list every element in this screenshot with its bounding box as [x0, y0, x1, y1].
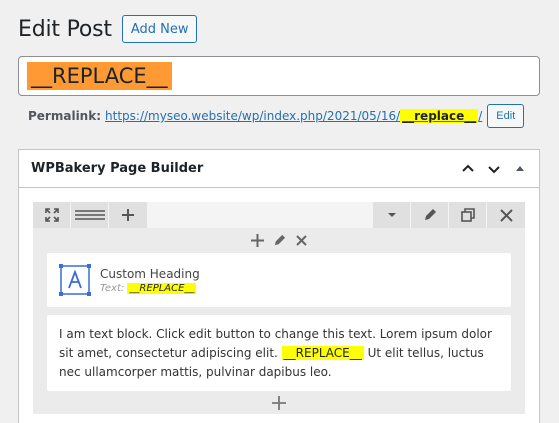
- permalink-url-suffix: /: [478, 109, 483, 123]
- fullscreen-icon[interactable]: [33, 202, 71, 228]
- custom-heading-element[interactable]: Custom Heading Text: __REPLACE__: [47, 253, 511, 307]
- builder-area: Custom Heading Text: __REPLACE__ I am te…: [33, 202, 525, 414]
- panel-controls: [455, 150, 533, 188]
- param-value: __REPLACE__: [127, 282, 197, 294]
- chevron-down-icon[interactable]: [481, 156, 507, 182]
- wpbakery-panel: WPBakery Page Builder Custom Heading Tex…: [18, 149, 540, 423]
- post-title-value: __REPLACE__: [27, 62, 172, 90]
- param-label: Text:: [100, 282, 125, 294]
- permalink-bar: Permalink: https://myseo.website/wp/inde…: [28, 104, 525, 128]
- element-name: Custom Heading: [100, 266, 200, 281]
- permalink-link[interactable]: https://myseo.website/wp/index.php/2021/…: [105, 109, 482, 123]
- permalink-url-prefix: https://myseo.website/wp/index.php/2021/…: [105, 109, 401, 123]
- edit-pencil-icon[interactable]: [411, 202, 449, 228]
- custom-heading-icon: [59, 264, 91, 296]
- add-column-icon[interactable]: [109, 202, 147, 228]
- add-element-bottom-icon[interactable]: [270, 394, 288, 412]
- panel-header: WPBakery Page Builder: [19, 150, 539, 188]
- text-block-highlight: __REPLACE__: [281, 346, 364, 360]
- add-new-button[interactable]: Add New: [121, 15, 198, 43]
- text-block-element[interactable]: I am text block. Click edit button to ch…: [47, 315, 511, 391]
- row-toolbar: [33, 202, 525, 228]
- page-header: Edit Post Add New: [18, 15, 198, 43]
- delete-column-icon[interactable]: [292, 231, 310, 249]
- edit-permalink-button[interactable]: Edit: [487, 104, 525, 128]
- permalink-label: Permalink:: [28, 109, 102, 123]
- column-controls: [33, 231, 525, 249]
- page-title: Edit Post: [18, 16, 112, 42]
- chevron-up-icon[interactable]: [455, 156, 481, 182]
- panel-title: WPBakery Page Builder: [31, 161, 204, 176]
- dropdown-icon[interactable]: [373, 202, 411, 228]
- row-layout-icon[interactable]: [71, 202, 109, 228]
- element-param: Text: __REPLACE__: [100, 282, 200, 294]
- permalink-slug: __replace__: [400, 109, 479, 123]
- builder-row: Custom Heading Text: __REPLACE__ I am te…: [33, 228, 525, 414]
- delete-icon[interactable]: [487, 202, 525, 228]
- collapse-toggle-icon[interactable]: [507, 156, 533, 182]
- add-element-row: [33, 394, 525, 412]
- edit-column-icon[interactable]: [270, 231, 288, 249]
- add-element-icon[interactable]: [248, 231, 266, 249]
- clone-icon[interactable]: [449, 202, 487, 228]
- post-title-input[interactable]: __REPLACE__: [18, 56, 540, 96]
